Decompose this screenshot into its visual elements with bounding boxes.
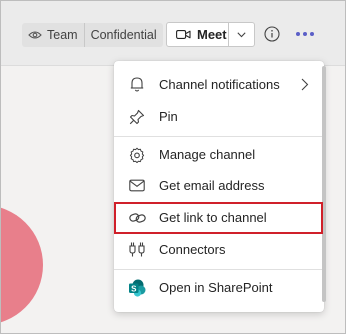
meet-dropdown-button[interactable] bbox=[227, 23, 254, 46]
meet-split-button: Meet bbox=[166, 22, 255, 47]
team-label: Team bbox=[47, 28, 78, 42]
menu-item-label: Channel notifications bbox=[159, 77, 280, 92]
svg-text:S: S bbox=[131, 284, 137, 293]
menu-divider bbox=[114, 269, 324, 270]
eye-icon bbox=[28, 31, 42, 39]
menu-scrollbar[interactable] bbox=[322, 66, 326, 302]
gear-icon bbox=[128, 146, 146, 164]
highlight-box bbox=[114, 202, 323, 234]
confidential-label: Confidential bbox=[90, 28, 157, 42]
more-dot-icon bbox=[296, 32, 300, 36]
meet-button[interactable]: Meet bbox=[167, 23, 228, 46]
sharepoint-icon: S bbox=[128, 279, 146, 297]
chevron-right-icon bbox=[301, 78, 309, 91]
video-camera-icon bbox=[176, 30, 191, 39]
chevron-down-icon bbox=[237, 31, 246, 37]
channel-options-menu: Channel notifications Pin Manage channel… bbox=[114, 61, 324, 312]
sensitivity-badge[interactable]: Team Confidential bbox=[22, 23, 163, 47]
more-options-button[interactable] bbox=[296, 32, 314, 36]
menu-item-manage-channel[interactable]: Manage channel bbox=[114, 139, 324, 170]
menu-item-connectors[interactable]: Connectors bbox=[114, 234, 324, 265]
more-dot-icon bbox=[310, 32, 314, 36]
team-badge: Team bbox=[22, 23, 85, 47]
confidential-badge: Confidential bbox=[85, 23, 163, 47]
menu-item-open-in-sharepoint[interactable]: S Open in SharePoint bbox=[114, 272, 324, 303]
more-dot-icon bbox=[303, 32, 307, 36]
decorative-circle bbox=[1, 205, 43, 325]
bell-icon bbox=[128, 76, 146, 94]
pin-icon bbox=[128, 108, 146, 126]
menu-item-label: Connectors bbox=[159, 242, 226, 257]
menu-item-label: Manage channel bbox=[159, 147, 256, 162]
menu-item-label: Get email address bbox=[159, 178, 265, 193]
info-icon[interactable] bbox=[264, 26, 280, 42]
menu-item-pin[interactable]: Pin bbox=[114, 101, 324, 132]
menu-item-channel-notifications[interactable]: Channel notifications bbox=[114, 69, 324, 100]
menu-item-label: Pin bbox=[159, 109, 178, 124]
menu-item-get-email-address[interactable]: Get email address bbox=[114, 170, 324, 201]
menu-item-label: Open in SharePoint bbox=[159, 280, 273, 295]
channel-header: Team Confidential Meet bbox=[1, 1, 345, 66]
menu-divider bbox=[114, 136, 324, 137]
connectors-icon bbox=[128, 241, 146, 259]
meet-label: Meet bbox=[197, 27, 227, 42]
mail-icon bbox=[128, 177, 146, 195]
